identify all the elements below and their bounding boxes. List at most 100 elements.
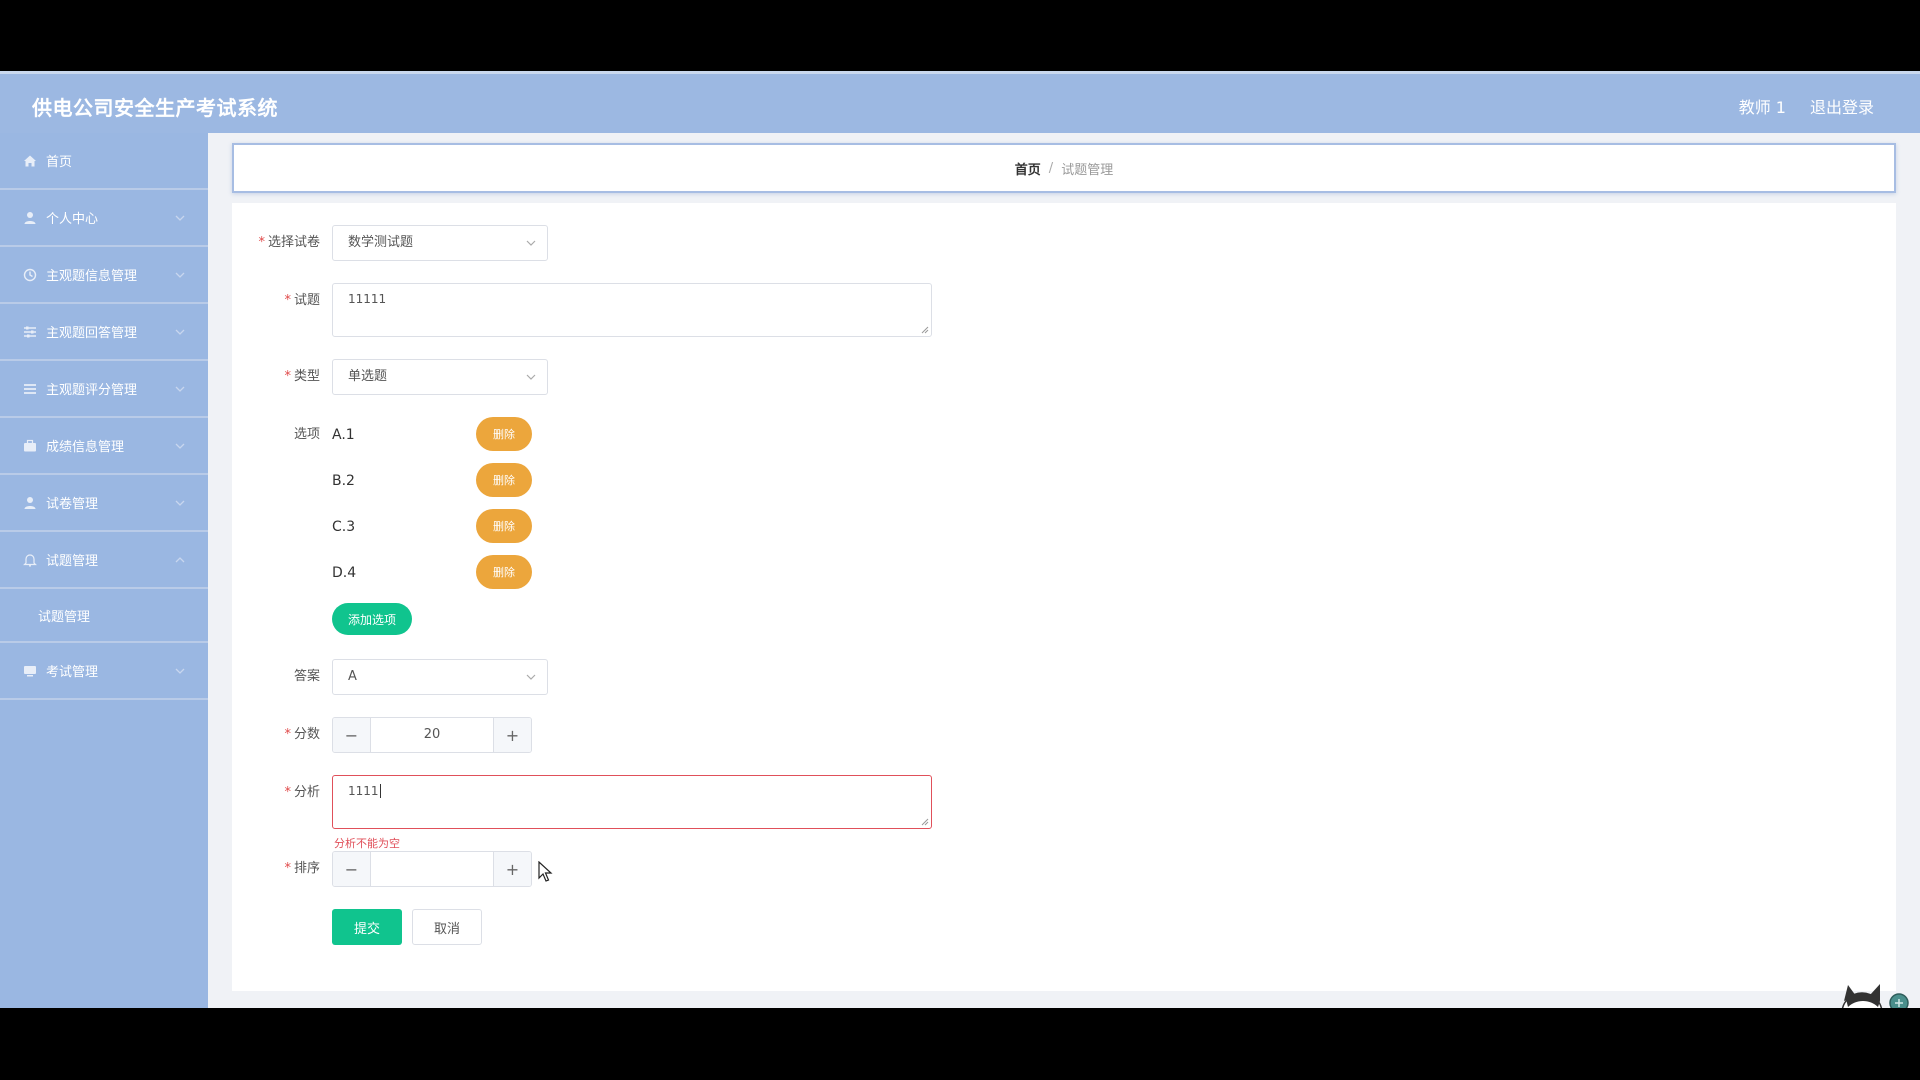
paper-label: * 选择试卷 (258, 235, 320, 250)
clock-icon (22, 267, 38, 283)
form-row-option-c: C.3 删除 (232, 509, 532, 545)
sidebar-item-exams[interactable]: 考试管理 (0, 643, 208, 700)
chevron-down-icon (175, 668, 185, 674)
form-row-option-a: 选项 A.1 删除 (232, 417, 532, 453)
add-option-button[interactable]: 添加选项 (332, 603, 412, 635)
sidebar-item-home[interactable]: 首页 (0, 133, 208, 190)
breadcrumb-home[interactable]: 首页 (1015, 159, 1041, 178)
analysis-label: * 分析 (284, 785, 320, 800)
type-label: * 类型 (284, 369, 320, 384)
sidebar-item-papers[interactable]: 试卷管理 (0, 475, 208, 532)
form-row-actions: 提交 取消 (232, 909, 482, 945)
chevron-down-icon (526, 240, 536, 246)
sidebar-item-profile[interactable]: 个人中心 (0, 190, 208, 247)
score-stepper: − 20 + (332, 717, 532, 753)
chevron-down-icon (175, 272, 185, 278)
chevron-down-icon (526, 674, 536, 680)
sidebar-subitem-label: 试题管理 (38, 609, 91, 625)
form-row-option-b: B.2 删除 (232, 463, 532, 499)
main-content: 首页 / 试题管理 * 选择试卷 数学测试题 * 试题 11111 * 类型 单… (208, 133, 1920, 1008)
sidebar-item-label: 主观题回答管理 (46, 326, 138, 341)
paper-select[interactable]: 数学测试题 (332, 225, 548, 261)
chevron-down-icon (175, 443, 185, 449)
breadcrumb-separator: / (1048, 160, 1054, 176)
answer-label: 答案 (293, 669, 320, 684)
form-row-option-d: D.4 删除 (232, 555, 532, 591)
option-text: D.4 (332, 565, 357, 581)
sidebar-item-label: 考试管理 (46, 665, 99, 680)
delete-option-button[interactable]: 删除 (476, 417, 532, 451)
option-text: A.1 (332, 427, 355, 443)
sidebar-item-label: 成绩信息管理 (46, 440, 125, 455)
breadcrumb: 首页 / 试题管理 (232, 143, 1896, 193)
cancel-button[interactable]: 取消 (412, 909, 482, 945)
question-textarea[interactable]: 11111 (332, 283, 932, 337)
score-input[interactable]: 20 (371, 718, 493, 752)
order-label: * 排序 (284, 861, 320, 876)
chevron-down-icon (175, 386, 185, 392)
type-select[interactable]: 单选题 (332, 359, 548, 395)
chevron-down-icon (526, 374, 536, 380)
logout-link[interactable]: 退出登录 (1810, 94, 1874, 118)
sidebar-item-label: 主观题评分管理 (46, 383, 138, 398)
question-label: * 试题 (284, 293, 320, 308)
order-input[interactable] (371, 852, 493, 886)
analysis-error-message: 分析不能为空 (334, 837, 400, 850)
chevron-down-icon (175, 500, 185, 506)
increment-button[interactable]: + (493, 852, 531, 886)
sidebar-item-subjective-score[interactable]: 主观题评分管理 (0, 361, 208, 418)
sidebar-item-grades[interactable]: 成绩信息管理 (0, 418, 208, 475)
sidebar-item-label: 试卷管理 (46, 497, 99, 512)
submit-button[interactable]: 提交 (332, 909, 402, 945)
chevron-down-icon (175, 215, 185, 221)
delete-option-button[interactable]: 删除 (476, 463, 532, 497)
increment-button[interactable]: + (493, 718, 531, 752)
delete-option-button[interactable]: 删除 (476, 555, 532, 589)
sidebar-subitem-question-manage[interactable]: 试题管理 (0, 589, 208, 643)
home-icon (22, 153, 38, 169)
sidebar-item-questions[interactable]: 试题管理 (0, 532, 208, 589)
list-icon (22, 381, 38, 397)
person-icon (22, 495, 38, 511)
sidebar-item-subjective-info[interactable]: 主观题信息管理 (0, 247, 208, 304)
score-label: * 分数 (284, 727, 320, 742)
mascot-cat-icon (1841, 984, 1909, 1008)
app-window: 供电公司安全生产考试系统 教师 1 退出登录 首页 个人中心 主观题信息管理 主… (0, 71, 1920, 1008)
form-row-analysis: * 分析 1111 (232, 775, 932, 829)
monitor-icon (22, 663, 38, 679)
mouse-cursor-icon (538, 861, 553, 882)
sidebar-item-label: 个人中心 (46, 212, 99, 227)
sidebar: 首页 个人中心 主观题信息管理 主观题回答管理 主观题评分管理 成绩信息管理 试… (0, 133, 208, 1008)
chevron-down-icon (175, 329, 185, 335)
form-row-score: * 分数 − 20 + (232, 717, 532, 753)
sidebar-item-subjective-answer[interactable]: 主观题回答管理 (0, 304, 208, 361)
sidebar-item-label: 首页 (46, 155, 73, 170)
form-row-order: * 排序 − + (232, 851, 532, 887)
sliders-icon (22, 324, 38, 340)
current-user[interactable]: 教师 1 (1739, 94, 1786, 118)
sidebar-item-label: 试题管理 (46, 554, 99, 569)
form-row-add-option: 添加选项 (232, 603, 412, 635)
answer-select[interactable]: A (332, 659, 548, 695)
delete-option-button[interactable]: 删除 (476, 509, 532, 543)
form-row-type: * 类型 单选题 (232, 359, 548, 395)
analysis-textarea[interactable]: 1111 (332, 775, 932, 829)
user-icon (22, 210, 38, 226)
form-row-paper: * 选择试卷 数学测试题 (232, 225, 548, 261)
bell-icon (22, 552, 38, 568)
briefcase-icon (22, 438, 38, 454)
resize-handle-icon[interactable] (921, 326, 929, 334)
order-stepper: − + (332, 851, 532, 887)
chevron-up-icon (175, 557, 185, 563)
decrement-button[interactable]: − (333, 852, 371, 886)
header-actions: 教师 1 退出登录 (1739, 94, 1874, 118)
form-row-answer: 答案 A (232, 659, 548, 695)
options-label: 选项 (293, 427, 320, 442)
decrement-button[interactable]: − (333, 718, 371, 752)
resize-handle-icon[interactable] (921, 818, 929, 826)
breadcrumb-current: 试题管理 (1061, 162, 1114, 178)
app-title: 供电公司安全生产考试系统 (32, 96, 278, 120)
question-form: * 选择试卷 数学测试题 * 试题 11111 * 类型 单选题 选项 A.1 … (232, 203, 1896, 991)
form-row-question: * 试题 11111 (232, 283, 932, 337)
sidebar-item-label: 主观题信息管理 (46, 269, 138, 284)
